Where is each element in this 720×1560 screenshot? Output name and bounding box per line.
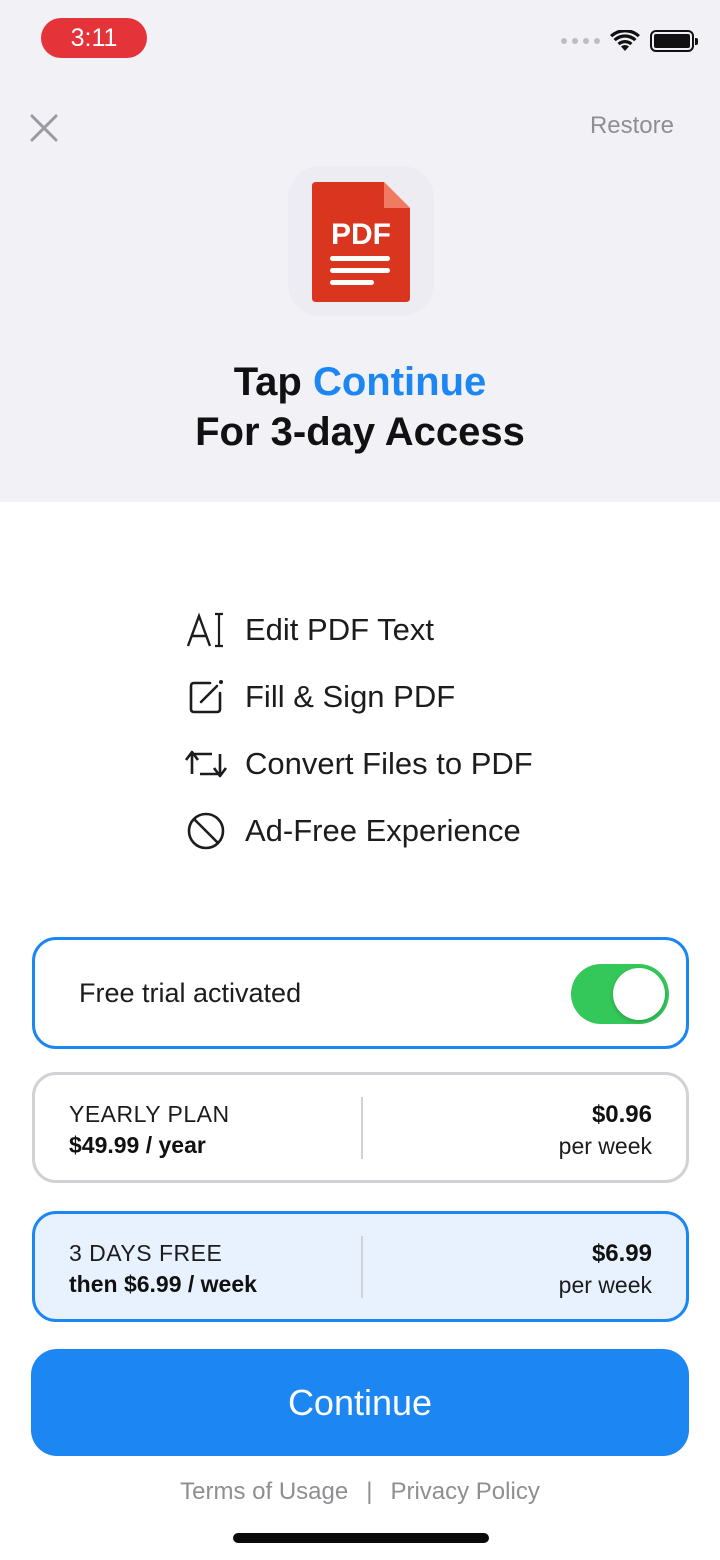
plan-amount: $6.99 [591, 1240, 652, 1267]
plan-price: then $6.99 / week [69, 1271, 257, 1297]
toggle-knob [613, 968, 665, 1020]
plan-divider [361, 1097, 363, 1159]
close-icon [30, 114, 58, 142]
terms-link[interactable]: Terms of Usage [180, 1478, 348, 1506]
continue-button[interactable]: Continue [31, 1349, 689, 1456]
free-trial-label: Free trial activated [79, 978, 302, 1008]
plan-info: 3 DAYS FREE then $6.99 / week [69, 1240, 257, 1298]
free-trial-card[interactable]: Free trial activated [32, 937, 689, 1049]
feature-list: Edit PDF Text Fill & Sign PDF Convert Fi… [184, 596, 533, 864]
convert-arrows-icon [184, 742, 228, 786]
battery-icon [650, 30, 698, 52]
edit-square-icon [184, 675, 228, 719]
plan-weekly-rate: $0.96 per week [559, 1101, 652, 1160]
headline-accent: Continue [312, 360, 487, 404]
feature-item: Convert Files to PDF [184, 730, 533, 797]
headline-prefix: Tap [233, 360, 313, 404]
privacy-link[interactable]: Privacy Policy [390, 1478, 539, 1506]
home-indicator[interactable] [233, 1533, 489, 1543]
plan-name: YEARLY PLAN [69, 1101, 230, 1127]
plan-per: per week [558, 1272, 652, 1298]
text-cursor-icon [184, 608, 228, 652]
plan-price: $49.99 / year [69, 1132, 206, 1158]
app-icon: PDF [288, 166, 434, 316]
wifi-icon [610, 30, 640, 51]
free-trial-toggle[interactable] [571, 964, 669, 1024]
signal-dots-icon [561, 38, 600, 44]
feature-item: Edit PDF Text [184, 596, 533, 663]
pdf-icon-text: PDF [331, 218, 391, 251]
footer-links: Terms of Usage | Privacy Policy [0, 1478, 720, 1506]
no-ads-icon [184, 809, 228, 853]
headline-line-2: For 3-day Access [195, 410, 525, 454]
plan-option-yearly[interactable]: YEARLY PLAN $49.99 / year $0.96 per week [32, 1072, 689, 1183]
feature-item: Fill & Sign PDF [184, 663, 533, 730]
feature-item: Ad-Free Experience [184, 797, 533, 864]
restore-button[interactable]: Restore [590, 112, 674, 140]
headline-line-1: Tap Continue [0, 360, 720, 405]
footer-separator: | [366, 1478, 373, 1505]
status-time: 3:11 [41, 18, 147, 58]
pdf-file-icon: PDF [312, 182, 410, 302]
plan-option-weekly[interactable]: 3 DAYS FREE then $6.99 / week $6.99 per … [32, 1211, 689, 1322]
status-icons [561, 30, 698, 52]
plan-amount: $0.96 [591, 1101, 652, 1128]
plan-name: 3 DAYS FREE [69, 1240, 223, 1266]
feature-label: Convert Files to PDF [245, 745, 533, 781]
plan-per: per week [558, 1133, 652, 1159]
feature-label: Ad-Free Experience [245, 812, 521, 848]
plan-info: YEARLY PLAN $49.99 / year [69, 1101, 230, 1159]
plan-weekly-rate: $6.99 per week [559, 1240, 652, 1299]
plan-divider [361, 1236, 363, 1298]
feature-label: Edit PDF Text [245, 611, 434, 647]
close-button[interactable] [28, 112, 60, 144]
feature-label: Fill & Sign PDF [245, 678, 456, 714]
